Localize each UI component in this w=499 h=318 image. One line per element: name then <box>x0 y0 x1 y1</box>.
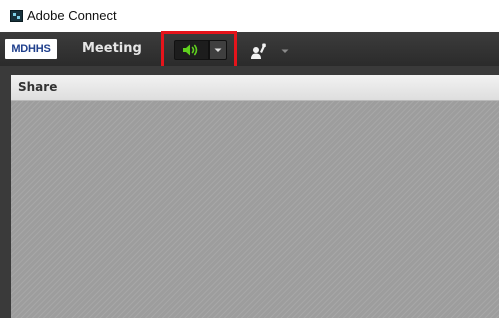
adobe-connect-icon <box>10 10 23 22</box>
meeting-menu[interactable]: Meeting <box>82 41 142 57</box>
window-title-bar: Adobe Connect <box>0 0 499 32</box>
raise-hand-button[interactable] <box>246 41 272 61</box>
pod-title: Share <box>18 80 58 94</box>
triangle-down-icon <box>281 49 289 53</box>
share-pod-content <box>11 101 499 318</box>
organization-logo: MDHHS <box>5 39 57 59</box>
share-pod-header: Share <box>11 75 499 101</box>
raise-hand-icon <box>251 43 266 59</box>
raise-hand-dropdown[interactable] <box>278 41 292 61</box>
window-title: Adobe Connect <box>27 8 117 23</box>
